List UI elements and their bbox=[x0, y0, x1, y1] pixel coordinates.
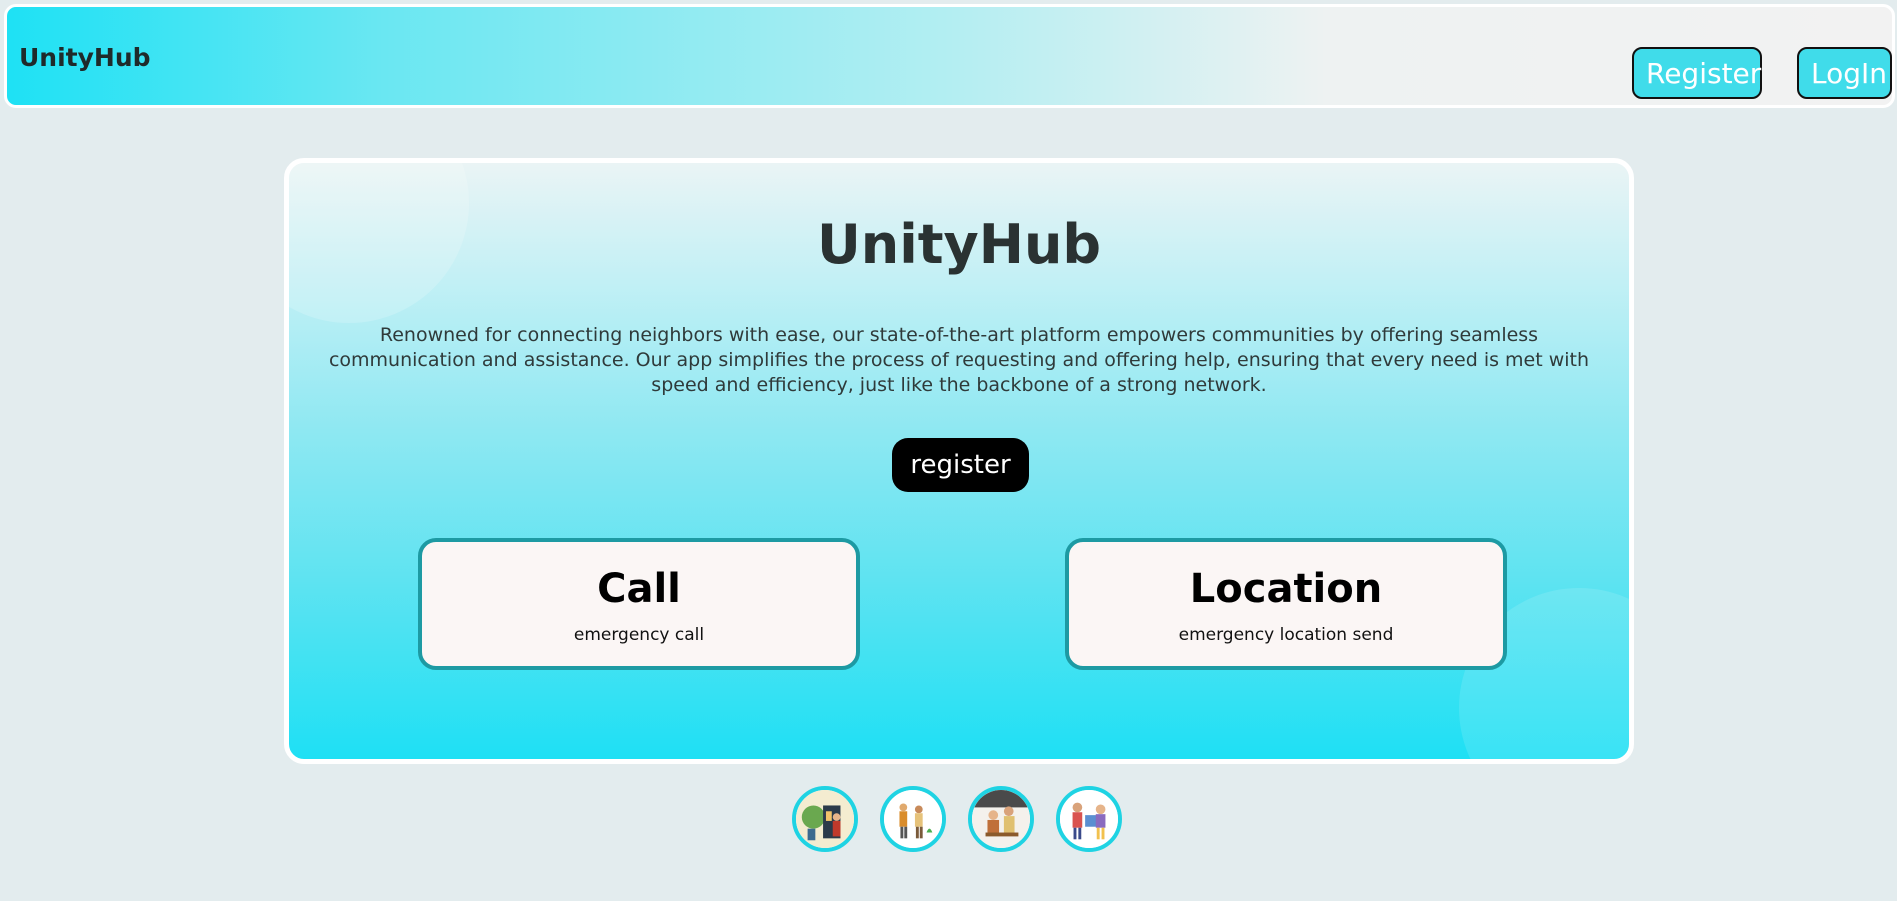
hero-register-button[interactable]: register bbox=[892, 438, 1029, 492]
call-card[interactable]: Call emergency call bbox=[418, 538, 860, 670]
nav-register-button[interactable]: Register bbox=[1632, 47, 1762, 99]
nav-login-button[interactable]: LogIn bbox=[1797, 47, 1892, 99]
community-illustration-3-icon[interactable] bbox=[968, 786, 1034, 852]
call-card-title: Call bbox=[597, 566, 681, 612]
top-navbar: UnityHub Register LogIn bbox=[4, 4, 1895, 108]
location-card-subtitle: emergency location send bbox=[1178, 625, 1394, 645]
brand-logo[interactable]: UnityHub bbox=[19, 43, 151, 72]
hero-description: Renowned for connecting neighbors with e… bbox=[328, 324, 1590, 396]
community-illustration-1-icon[interactable] bbox=[792, 786, 858, 852]
location-card[interactable]: Location emergency location send bbox=[1065, 538, 1507, 670]
hero-title: UnityHub bbox=[816, 213, 1102, 276]
community-illustration-4-icon[interactable] bbox=[1056, 786, 1122, 852]
location-card-title: Location bbox=[1189, 566, 1383, 612]
call-card-subtitle: emergency call bbox=[573, 625, 705, 645]
hero-panel: UnityHub Renowned for connecting neighbo… bbox=[284, 158, 1634, 764]
community-illustration-2-icon[interactable] bbox=[880, 786, 946, 852]
